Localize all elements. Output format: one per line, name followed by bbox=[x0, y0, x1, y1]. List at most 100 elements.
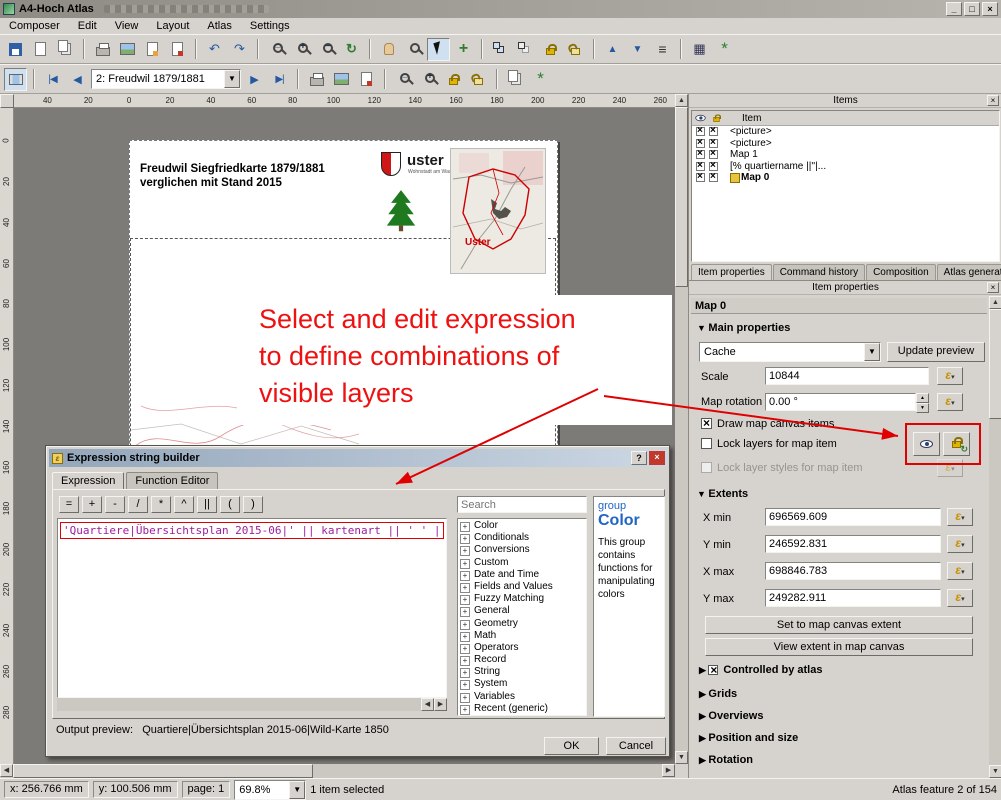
atlas-settings-icon[interactable] bbox=[529, 68, 552, 91]
ymin-input[interactable] bbox=[765, 535, 941, 553]
tab-command-history[interactable]: Command history bbox=[773, 264, 865, 280]
menu-item[interactable]: Composer bbox=[0, 19, 69, 33]
item-visibility-checkbox[interactable] bbox=[696, 162, 705, 171]
item-lock-checkbox[interactable] bbox=[709, 127, 718, 136]
function-group-item[interactable]: String bbox=[458, 666, 586, 678]
controlled-by-atlas-header[interactable]: Controlled by atlas bbox=[697, 664, 822, 686]
unlock-items-icon[interactable] bbox=[564, 38, 587, 61]
item-visibility-checkbox[interactable] bbox=[696, 173, 705, 182]
scale-input[interactable] bbox=[765, 367, 929, 385]
function-group-item[interactable]: Date and Time bbox=[458, 569, 586, 581]
operator-button[interactable]: = bbox=[59, 496, 79, 513]
update-preview-button[interactable]: Update preview bbox=[887, 342, 985, 362]
minimize-button[interactable]: _ bbox=[946, 2, 962, 16]
operator-button[interactable]: ^ bbox=[174, 496, 194, 513]
composition-manager-icon[interactable] bbox=[54, 38, 77, 61]
zoom-in-icon[interactable] bbox=[290, 38, 313, 61]
rotation-expression-button[interactable] bbox=[937, 393, 963, 411]
atlas-preview-icon[interactable] bbox=[4, 68, 27, 91]
function-group-item[interactable]: Record bbox=[458, 654, 586, 666]
previous-feature-icon[interactable] bbox=[66, 68, 89, 91]
items-panel-close-icon[interactable]: × bbox=[987, 95, 999, 106]
tab-expression[interactable]: Expression bbox=[52, 472, 124, 490]
ungroup-items-icon[interactable] bbox=[514, 38, 537, 61]
collapsed-section-header[interactable]: Position and size bbox=[697, 732, 798, 754]
scroll-down-icon[interactable]: ▼ bbox=[675, 751, 688, 764]
zoom-out-icon[interactable] bbox=[315, 38, 338, 61]
composer-settings-icon[interactable] bbox=[713, 38, 736, 61]
scroll-up-icon[interactable]: ▲ bbox=[989, 296, 1001, 309]
collapsed-section-header[interactable]: Rotation bbox=[697, 754, 798, 776]
combo-dropdown-icon[interactable]: ▼ bbox=[224, 70, 240, 88]
item-table-icon[interactable] bbox=[688, 38, 711, 61]
function-group-item[interactable]: General bbox=[458, 605, 586, 617]
operator-button[interactable]: ) bbox=[243, 496, 263, 513]
function-group-item[interactable]: Conditionals bbox=[458, 532, 586, 544]
collapsed-section-header[interactable]: Overviews bbox=[697, 710, 798, 732]
dialog-close-button[interactable]: × bbox=[649, 451, 665, 465]
maximize-button[interactable]: □ bbox=[964, 2, 980, 16]
function-group-item[interactable]: Recent (generic) bbox=[458, 703, 586, 715]
help-button[interactable]: ? bbox=[631, 451, 647, 465]
lock-styles-icon[interactable] bbox=[467, 68, 490, 91]
align-items-icon[interactable] bbox=[651, 38, 674, 61]
pan-icon[interactable] bbox=[377, 38, 400, 61]
function-group-item[interactable]: Fields and Values bbox=[458, 581, 586, 593]
operator-button[interactable]: / bbox=[128, 496, 148, 513]
function-group-item[interactable]: Operators bbox=[458, 642, 586, 654]
zoom-tool-icon[interactable] bbox=[402, 38, 425, 61]
group-items-icon[interactable] bbox=[489, 38, 512, 61]
tab-composition[interactable]: Composition bbox=[866, 264, 936, 280]
lock-layers-icon[interactable] bbox=[442, 68, 465, 91]
item-lock-checkbox[interactable] bbox=[709, 139, 718, 148]
collapsed-section-header[interactable]: Grids bbox=[697, 688, 798, 710]
ruler-corner-button[interactable] bbox=[0, 94, 14, 108]
item-row[interactable]: <picture> bbox=[692, 126, 999, 138]
dock-scroll-thumb[interactable] bbox=[989, 309, 1001, 419]
close-button[interactable]: × bbox=[982, 2, 998, 16]
operator-button[interactable]: - bbox=[105, 496, 125, 513]
scroll-right-icon[interactable]: ▶ bbox=[434, 698, 447, 711]
properties-panel-close-icon[interactable]: × bbox=[987, 282, 999, 293]
zoom-combo[interactable]: 69.8% ▼ bbox=[234, 780, 306, 800]
item-visibility-checkbox[interactable] bbox=[696, 150, 705, 159]
item-lock-checkbox[interactable] bbox=[709, 162, 718, 171]
tab-atlas-generation[interactable]: Atlas generation bbox=[937, 264, 1001, 280]
combo-dropdown-icon[interactable]: ▼ bbox=[289, 781, 305, 799]
export-pdf-icon[interactable] bbox=[166, 38, 189, 61]
item-row[interactable]: Map 0 bbox=[692, 172, 999, 184]
function-group-item[interactable]: Fuzzy Matching bbox=[458, 593, 586, 605]
new-composition-icon[interactable] bbox=[29, 38, 52, 61]
function-group-item[interactable]: Conversions bbox=[458, 544, 586, 556]
function-group-item[interactable]: Geometry bbox=[458, 618, 586, 630]
lock-layers-checkbox[interactable] bbox=[701, 438, 712, 449]
item-row[interactable]: <picture> bbox=[692, 138, 999, 150]
raise-items-icon[interactable] bbox=[601, 38, 624, 61]
menu-item[interactable]: Settings bbox=[241, 19, 299, 33]
item-lock-checkbox[interactable] bbox=[709, 173, 718, 182]
expression-hscrollbar[interactable]: ◀ ▶ bbox=[57, 698, 447, 711]
composer-canvas[interactable]: Freudwil Siegfriedkarte 1879/1881 vergli… bbox=[14, 108, 675, 764]
xmin-input[interactable] bbox=[765, 508, 941, 526]
function-group-item[interactable]: System bbox=[458, 678, 586, 690]
scroll-down-icon[interactable]: ▼ bbox=[989, 765, 1001, 778]
export-atlas-image-icon[interactable] bbox=[330, 68, 353, 91]
operator-button[interactable]: ( bbox=[220, 496, 240, 513]
select-move-item-icon[interactable] bbox=[427, 38, 450, 61]
export-image-icon[interactable] bbox=[116, 38, 139, 61]
dock-scrollbar[interactable]: ▲ ▼ bbox=[989, 296, 1001, 778]
expression-text[interactable]: 'Quartiere|Übersichtsplan 2015-06|' || k… bbox=[60, 522, 444, 539]
expression-editor[interactable]: 'Quartiere|Übersichtsplan 2015-06|' || k… bbox=[57, 518, 447, 698]
function-group-item[interactable]: Variables bbox=[458, 691, 586, 703]
view-extent-in-map-canvas-button[interactable]: View extent in map canvas bbox=[705, 638, 973, 656]
dialog-titlebar[interactable]: ε Expression string builder ? × bbox=[49, 449, 668, 467]
layers-expression-button[interactable]: ↻ bbox=[943, 432, 970, 456]
xmax-input[interactable] bbox=[765, 562, 941, 580]
atlas-feature-combo[interactable]: 2: Freudwil 1879/1881 ▼ bbox=[91, 69, 241, 89]
rotation-spinner[interactable]: ▲ ▼ bbox=[916, 393, 929, 411]
operator-button[interactable]: || bbox=[197, 496, 217, 513]
map-rotation-input[interactable] bbox=[765, 393, 916, 411]
operator-button[interactable]: * bbox=[151, 496, 171, 513]
item-row[interactable]: [% quartiername ||''|... bbox=[692, 161, 999, 173]
first-feature-icon[interactable] bbox=[41, 68, 64, 91]
